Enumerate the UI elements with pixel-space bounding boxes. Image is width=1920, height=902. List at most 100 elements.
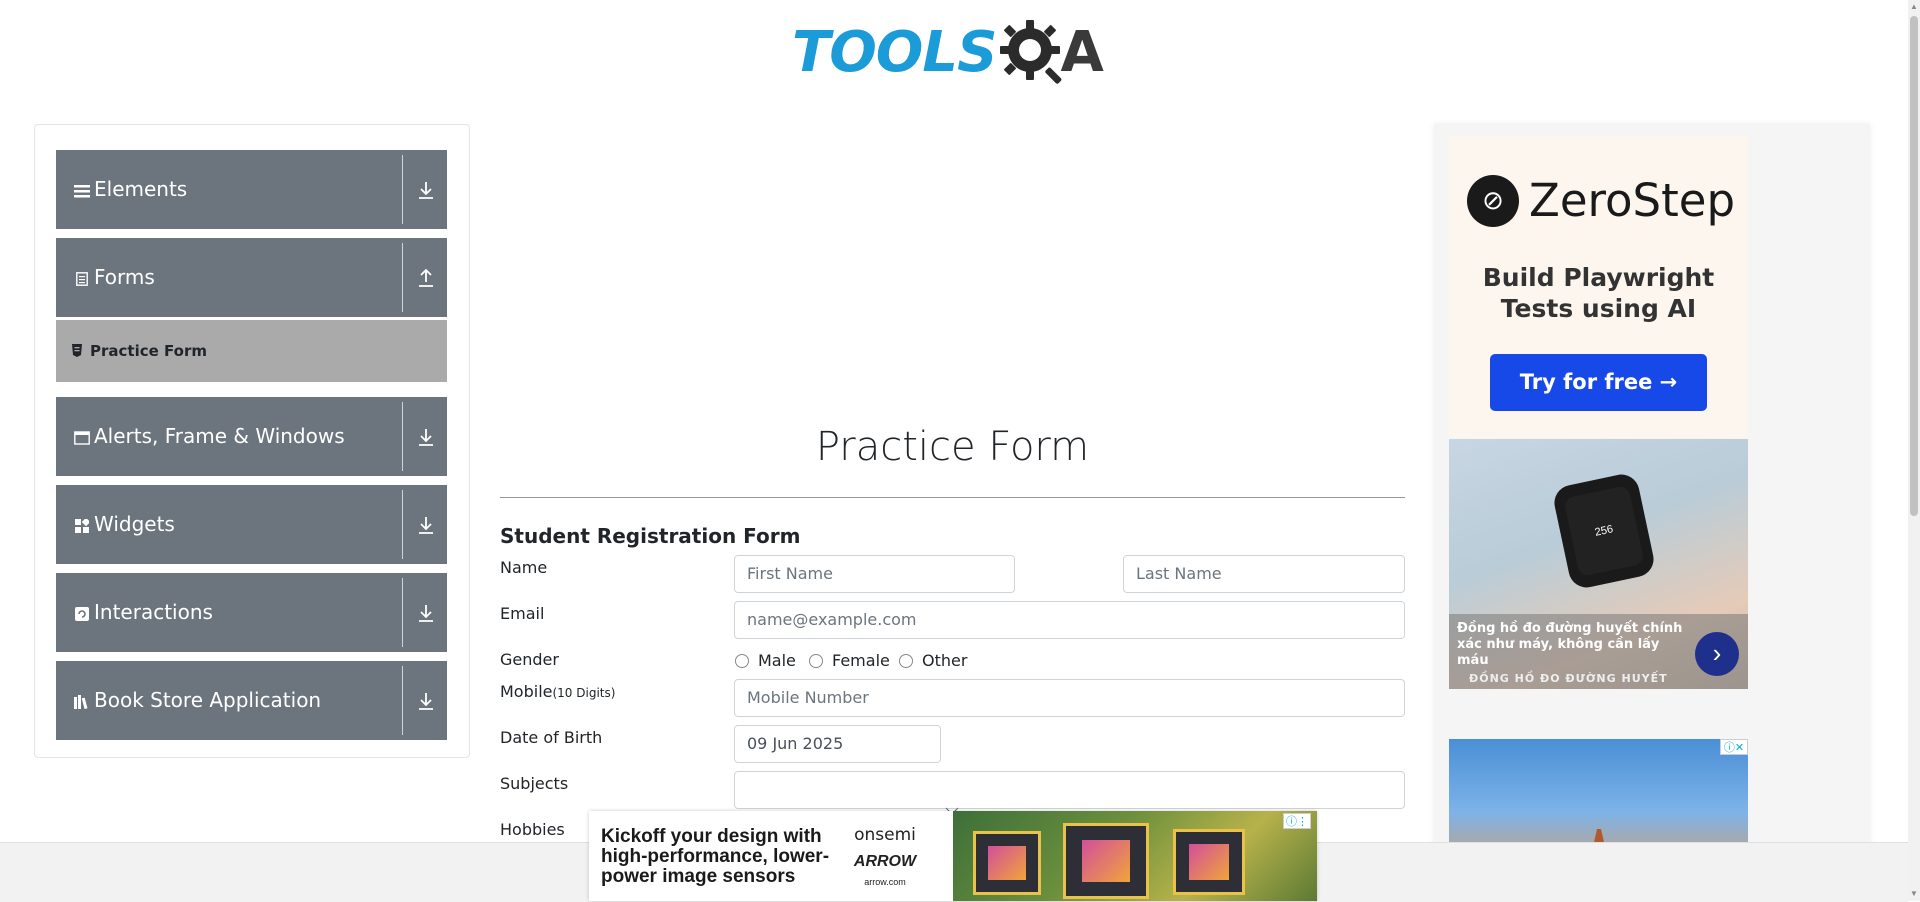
first-name-input[interactable]: First Name — [734, 555, 1015, 593]
form-icon — [74, 271, 90, 287]
email-input[interactable]: name@example.com — [734, 601, 1405, 639]
form-subtitle: Student Registration Form — [500, 524, 801, 548]
subjects-label: Subjects — [500, 774, 569, 793]
sidebar-group-bookstore[interactable]: Book Store Application — [56, 661, 447, 740]
html5-icon — [71, 344, 83, 357]
sensor-chip — [1173, 829, 1245, 895]
watch-ad[interactable]: 256 Đồng hồ đo đường huyết chính xác như… — [1449, 439, 1748, 689]
download-arrow-icon[interactable] — [415, 689, 437, 713]
divider — [402, 155, 403, 224]
download-arrow-icon[interactable] — [415, 425, 437, 449]
gender-radio-male[interactable]: Male — [735, 651, 796, 670]
window-icon — [74, 430, 90, 446]
last-name-input[interactable]: Last Name — [1123, 555, 1405, 593]
onsemi-logo: onsemi — [854, 825, 916, 845]
try-for-free-button[interactable]: Try for free → — [1490, 354, 1707, 411]
gender-radio-female[interactable]: Female — [809, 651, 890, 670]
sidebar: Elements Forms Practice Form Alerts, Fra… — [34, 124, 470, 758]
sensor-chip-core — [988, 845, 1026, 881]
logo-gear-icon: A — [1000, 16, 1104, 88]
bottom-ad-copy: Kickoff your design with high-performanc… — [601, 827, 841, 887]
download-arrow-icon[interactable] — [415, 178, 437, 202]
title-divider — [500, 497, 1405, 498]
zerostep-tagline: Build Playwright Tests using AI — [1449, 262, 1748, 324]
arrow-url: arrow.com — [864, 877, 906, 887]
mobile-label: Mobile(10 Digits) — [500, 682, 615, 701]
zerostep-tagline-line-2: Tests using AI — [1500, 294, 1697, 323]
radio-button[interactable] — [809, 653, 823, 668]
page-scrollbar[interactable]: ▲ ▼ — [1908, 0, 1920, 901]
zerostep-logo: ⊘ ZeroStep — [1467, 174, 1735, 227]
download-arrow-icon[interactable] — [415, 513, 437, 537]
dob-label: Date of Birth — [500, 728, 603, 747]
mobile-label-hint: (10 Digits) — [552, 686, 616, 700]
image-sensor-chips — [953, 811, 1317, 901]
bottom-ad-banner[interactable]: Kickoff your design with high-performanc… — [589, 811, 1317, 901]
scroll-thumb[interactable] — [1910, 16, 1918, 516]
list-icon — [74, 183, 90, 199]
sensor-chip-core — [1082, 840, 1130, 882]
books-icon — [74, 694, 90, 710]
sidebar-group-label: Interactions — [94, 600, 213, 624]
email-label: Email — [500, 604, 545, 623]
subjects-input[interactable] — [734, 771, 1405, 815]
divider — [402, 578, 403, 647]
bottom-ad-copy-line-1: Kickoff your design with — [601, 826, 822, 847]
watch-ad-brand: ĐỒNG HỒ ĐO ĐƯỜNG HUYẾT — [1469, 672, 1668, 685]
gender-label: Gender — [500, 650, 559, 669]
smartwatch-image: 256 — [1551, 471, 1657, 591]
zerostep-logo-icon: ⊘ — [1467, 174, 1519, 227]
radio-label: Other — [922, 651, 968, 670]
gender-radio-other[interactable]: Other — [899, 651, 967, 670]
sidebar-group-interactions[interactable]: Interactions — [56, 573, 447, 652]
bottom-ad-copy-line-2: high-performance, lower- — [601, 846, 830, 867]
page-title: Practice Form — [815, 424, 1090, 470]
radio-label: Female — [832, 651, 890, 670]
widgets-icon — [74, 518, 90, 534]
bottom-ad-copy-line-3: power image sensors — [601, 866, 796, 887]
sidebar-group-forms[interactable]: Forms — [56, 238, 447, 317]
mobile-label-text: Mobile — [500, 682, 553, 701]
sidebar-group-elements[interactable]: Elements — [56, 150, 447, 229]
hobbies-label: Hobbies — [500, 820, 565, 839]
divider — [402, 490, 403, 559]
radio-button[interactable] — [899, 653, 913, 668]
sidebar-group-label: Widgets — [94, 512, 175, 536]
sensor-chip — [973, 831, 1041, 895]
sensor-chip-core — [1189, 844, 1229, 880]
interactions-icon — [74, 606, 90, 622]
scroll-up-arrow-icon[interactable]: ▲ — [1910, 2, 1918, 12]
zerostep-brand: ZeroStep — [1529, 174, 1736, 227]
mobile-input[interactable]: Mobile Number — [734, 679, 1405, 717]
adchoices-icon[interactable]: ⓘ⋮ — [1283, 813, 1311, 829]
radio-button[interactable] — [735, 653, 749, 668]
watch-ad-text: Đồng hồ đo đường huyết chính xác như máy… — [1457, 621, 1683, 668]
sidebar-item-label: Practice Form — [90, 342, 207, 360]
radio-label: Male — [758, 651, 796, 670]
sidebar-group-label: Book Store Application — [94, 688, 322, 712]
zerostep-ad[interactable]: ⊘ ZeroStep Build Playwright Tests using … — [1449, 136, 1748, 438]
sidebar-group-label: Alerts, Frame & Windows — [94, 424, 345, 448]
adchoices-icon[interactable]: ⓘ✕ — [1720, 739, 1748, 755]
sidebar-item-practice-form[interactable]: Practice Form — [56, 320, 447, 382]
divider — [402, 243, 403, 312]
next-arrow-icon[interactable]: › — [1695, 632, 1739, 676]
toolsqa-logo[interactable]: TOOLS A — [792, 14, 1104, 90]
zerostep-tagline-line-1: Build Playwright — [1482, 263, 1715, 292]
sensor-chip — [1063, 823, 1149, 899]
upload-arrow-icon[interactable] — [415, 266, 437, 290]
date-of-birth-input[interactable]: 09 Jun 2025 — [734, 725, 941, 763]
sidebar-group-widgets[interactable]: Widgets — [56, 485, 447, 564]
scroll-down-arrow-icon[interactable]: ▼ — [1910, 889, 1918, 899]
arrow-logo: ARROW — [853, 853, 917, 870]
logo-text-a: A — [1060, 19, 1104, 85]
divider — [402, 402, 403, 471]
watch-screen: 256 — [1563, 485, 1645, 577]
name-label: Name — [500, 558, 548, 577]
download-arrow-icon[interactable] — [415, 601, 437, 625]
logo-text: TOOLS — [792, 19, 997, 85]
sidebar-group-label: Elements — [94, 177, 188, 201]
sidebar-group-label: Forms — [94, 265, 155, 289]
bottom-ad-brands: onsemi ARROW arrow.com — [845, 825, 925, 887]
sidebar-group-alerts[interactable]: Alerts, Frame & Windows — [56, 397, 447, 476]
